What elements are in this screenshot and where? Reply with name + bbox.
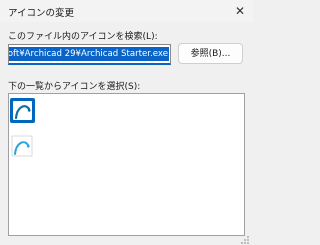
file-path-input[interactable]: asoft¥Archicad 29¥Archicad Starter.exe — [8, 44, 171, 65]
file-path-text[interactable]: asoft¥Archicad 29¥Archicad Starter.exe — [9, 47, 169, 61]
archicad-icon-graphic — [11, 135, 33, 157]
icon-list[interactable] — [8, 93, 245, 236]
browse-button[interactable]: 参照(B)... — [178, 43, 243, 64]
title-bar: アイコンの変更 ✕ — [0, 0, 253, 22]
file-search-label: このファイル内のアイコンを検索(L): — [8, 32, 158, 42]
archicad-icon[interactable] — [10, 98, 35, 123]
close-button[interactable]: ✕ — [231, 2, 249, 20]
resize-grip[interactable] — [238, 233, 250, 245]
icon-list-label: 下の一覧からアイコンを選択(S): — [8, 82, 141, 92]
dialog-title: アイコンの変更 — [8, 8, 75, 19]
archicad-icon[interactable] — [11, 135, 33, 157]
archicad-icon-graphic — [13, 101, 32, 120]
